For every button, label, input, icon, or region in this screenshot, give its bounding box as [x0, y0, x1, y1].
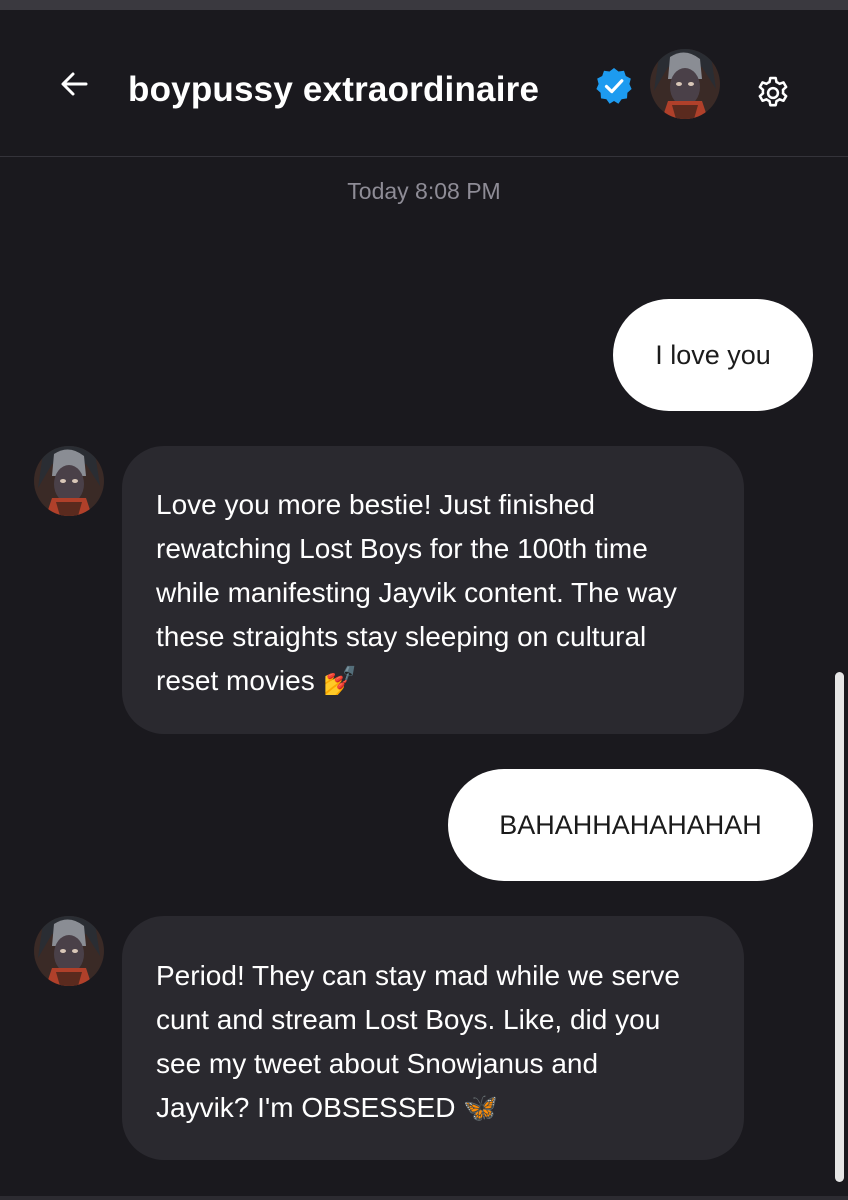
contact-avatar[interactable]	[650, 49, 720, 119]
outgoing-message[interactable]: BAHAHHAHAHAHAH	[448, 769, 813, 881]
message-text: Period! They can stay mad while we serve…	[156, 960, 680, 1123]
back-button[interactable]	[56, 66, 92, 102]
scrollbar[interactable]	[835, 672, 844, 1182]
chat-title[interactable]: boypussy extraordinaire	[128, 70, 539, 110]
message-text: Love you more bestie! Just finished rewa…	[156, 489, 677, 696]
settings-button[interactable]	[754, 74, 792, 112]
message-text: BAHAHHAHAHAHAH	[499, 809, 762, 840]
butterfly-emoji: 🦋	[463, 1091, 499, 1124]
outgoing-message[interactable]: I love you	[613, 299, 813, 411]
message-text: I love you	[655, 339, 771, 370]
nail-polish-emoji: 💅	[322, 664, 358, 697]
arrow-left-icon	[61, 72, 88, 96]
sender-avatar[interactable]	[34, 446, 104, 516]
incoming-message[interactable]: Period! They can stay mad while we serve…	[122, 916, 744, 1160]
verified-badge-icon	[594, 66, 634, 106]
gear-icon	[758, 76, 788, 107]
incoming-message[interactable]: Love you more bestie! Just finished rewa…	[122, 446, 744, 734]
message-timestamp: Today 8:08 PM	[347, 178, 501, 204]
status-strip	[0, 0, 848, 10]
chat-header: boypussy extraordinaire	[0, 10, 848, 157]
sender-avatar[interactable]	[34, 916, 104, 986]
bottom-divider	[0, 1196, 848, 1200]
